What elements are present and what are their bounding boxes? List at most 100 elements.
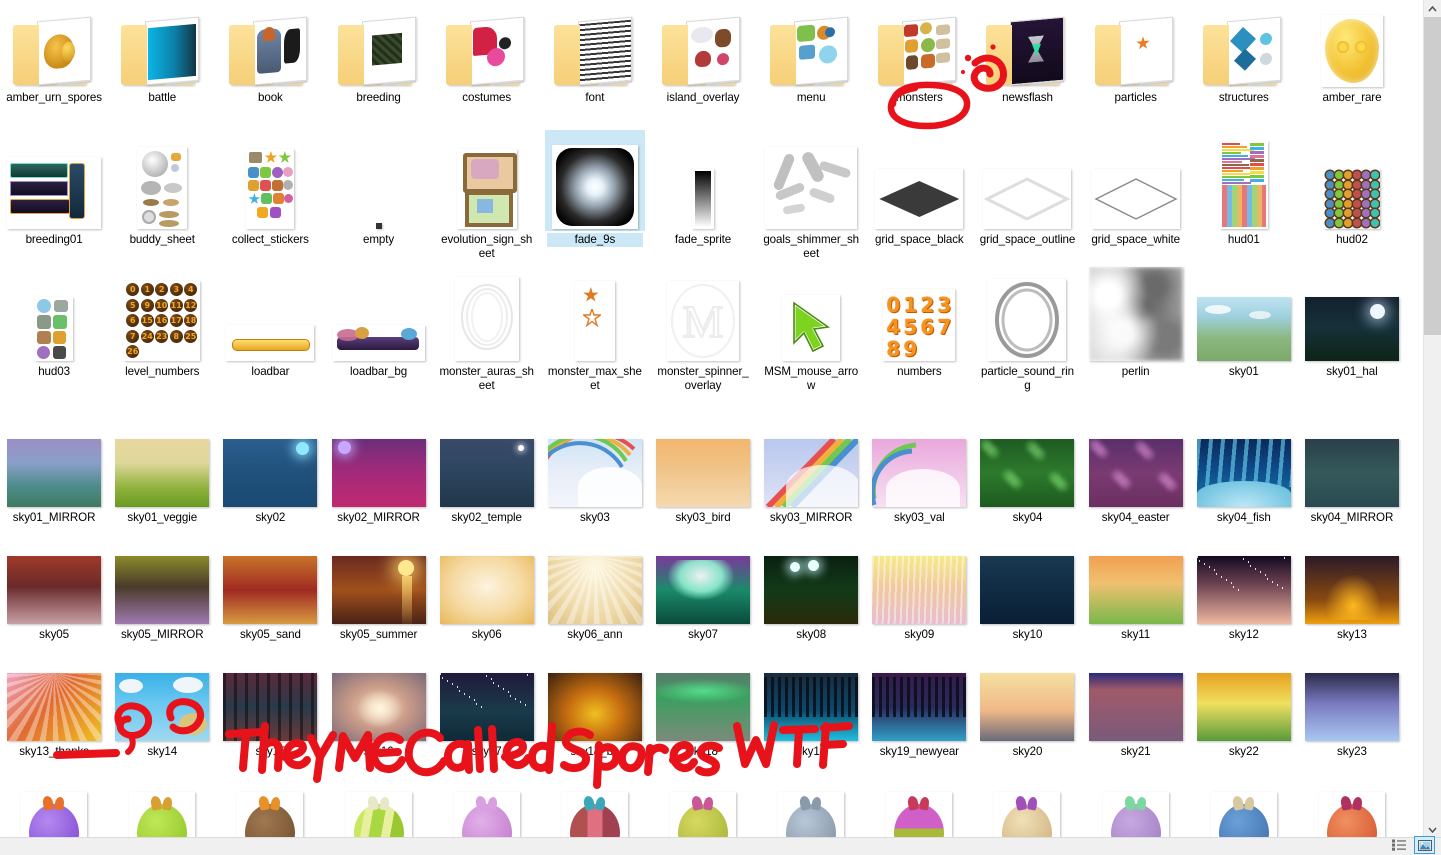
file-item[interactable]: amber_rare [1298,6,1406,105]
file-item[interactable]: sky08 [757,545,865,642]
file-item[interactable]: hud01 [1190,130,1298,260]
file-item[interactable]: buddy_sheet [108,130,216,260]
file-item[interactable]: sky21 [1082,662,1190,759]
file-item[interactable] [433,775,541,838]
details-view-button[interactable] [1390,837,1409,853]
file-item[interactable] [973,775,1081,838]
file-item[interactable]: sky20 [973,662,1081,759]
file-item[interactable]: loadbar [216,262,324,392]
file-item[interactable]: evolution_sign_sheet [433,130,541,260]
file-item[interactable]: sky19 [757,662,865,759]
file-item[interactable]: sky18 [649,662,757,759]
file-item[interactable]: 0 1 2 3 4 5 9 10 11 12 6 15 16 17 18 7 24 23 8 25 26 level_nu… [108,262,216,392]
file-item[interactable]: fade_9s [541,130,649,260]
file-item[interactable] [324,775,432,838]
file-item[interactable]: sky01_hal [1298,262,1406,392]
file-item[interactable] [649,775,757,838]
file-name-label: sky04_fish [1216,511,1271,524]
file-item[interactable]: hud02 [1298,130,1406,260]
file-item[interactable]: costumes [433,6,541,105]
file-item[interactable]: grid_space_black [865,130,973,260]
file-item[interactable]: sky01 [1190,262,1298,392]
file-item[interactable]: sky11 [1082,545,1190,642]
file-item[interactable]: sky17_bh [541,662,649,759]
file-item[interactable]: menu [757,6,865,105]
file-item[interactable]: grid_space_outline [973,130,1081,260]
file-item[interactable]: structures [1190,6,1298,105]
file-item[interactable]: sky06 [433,545,541,642]
file-item[interactable]: sky01_veggie [108,428,216,525]
file-item[interactable]: 0 1 2 3 4 5 6 7 8 9 numbers [865,262,973,392]
file-item[interactable]: MSM_mouse_arrow [757,262,865,392]
file-item[interactable]: sky03 [541,428,649,525]
file-item[interactable]: sky04 [973,428,1081,525]
file-item[interactable]: grid_space_white [1082,130,1190,260]
file-item[interactable]: sky06_ann [541,545,649,642]
file-item[interactable]: particles [1082,6,1190,105]
file-item[interactable]: sky01_MIRROR [0,428,108,525]
file-item[interactable] [216,775,324,838]
file-item[interactable]: fade_sprite [649,130,757,260]
vertical-scrollbar[interactable] [1423,0,1441,838]
file-item[interactable]: sky05_MIRROR [108,545,216,642]
file-item[interactable]: sky05_summer [324,545,432,642]
file-item[interactable]: monster_max_sheet [541,262,649,392]
file-item[interactable] [108,775,216,838]
file-item[interactable]: monster_auras_sheet [433,262,541,392]
file-item[interactable]: font [541,6,649,105]
file-item[interactable]: sky09 [865,545,973,642]
large-icons-view-button[interactable] [1414,836,1435,854]
scroll-up-arrow-icon[interactable] [1424,0,1441,17]
file-item[interactable]: Mmonster_spinner_overlay [649,262,757,392]
file-item[interactable]: sky23 [1298,662,1406,759]
file-item[interactable]: sky12 [1190,545,1298,642]
file-item[interactable]: sky04_MIRROR [1298,428,1406,525]
file-item[interactable]: sky04_easter [1082,428,1190,525]
file-item[interactable] [757,775,865,838]
file-item[interactable]: newsflash [973,6,1081,105]
file-item[interactable]: monsters [865,6,973,105]
file-item[interactable]: breeding01 [0,130,108,260]
file-item[interactable]: sky03_MIRROR [757,428,865,525]
file-item[interactable]: sky14 [108,662,216,759]
file-item[interactable]: perlin [1082,262,1190,392]
file-list-pane[interactable]: amber_urn_spores battle book breeding costum… [0,0,1406,838]
file-item[interactable]: sky02_temple [433,428,541,525]
file-item[interactable]: goals_shimmer_sheet [757,130,865,260]
scrollbar-thumb[interactable] [1424,17,1441,335]
file-item[interactable]: loadbar_bg [324,262,432,392]
file-item[interactable]: sky16 [324,662,432,759]
file-item[interactable]: sky13 [1298,545,1406,642]
file-item[interactable]: collect_stickers [216,130,324,260]
file-item[interactable]: sky13_thanks [0,662,108,759]
file-item[interactable]: sky05 [0,545,108,642]
file-item[interactable]: sky19_newyear [865,662,973,759]
file-item[interactable]: sky10 [973,545,1081,642]
file-item[interactable]: sky15 [216,662,324,759]
file-item[interactable] [541,775,649,838]
file-item[interactable]: sky05_sand [216,545,324,642]
file-item[interactable]: breeding [324,6,432,105]
file-item[interactable]: hud03 [0,262,108,392]
file-item[interactable]: island_overlay [649,6,757,105]
file-item[interactable]: empty [324,130,432,260]
file-item[interactable]: particle_sound_ring [973,262,1081,392]
file-item[interactable]: sky22 [1190,662,1298,759]
file-item[interactable] [865,775,973,838]
image-icon [115,556,210,624]
file-item[interactable]: sky17 [433,662,541,759]
file-item[interactable] [1298,775,1406,838]
file-item[interactable] [1190,775,1298,838]
file-item[interactable] [1082,775,1190,838]
file-item[interactable]: sky03_val [865,428,973,525]
file-item[interactable]: sky07 [649,545,757,642]
image-icon [223,673,318,741]
file-item[interactable]: amber_urn_spores [0,6,108,105]
file-item[interactable]: battle [108,6,216,105]
file-item[interactable]: sky03_bird [649,428,757,525]
file-item[interactable]: book [216,6,324,105]
file-item[interactable]: sky04_fish [1190,428,1298,525]
file-item[interactable] [0,775,108,838]
file-item[interactable]: sky02 [216,428,324,525]
file-item[interactable]: sky02_MIRROR [324,428,432,525]
